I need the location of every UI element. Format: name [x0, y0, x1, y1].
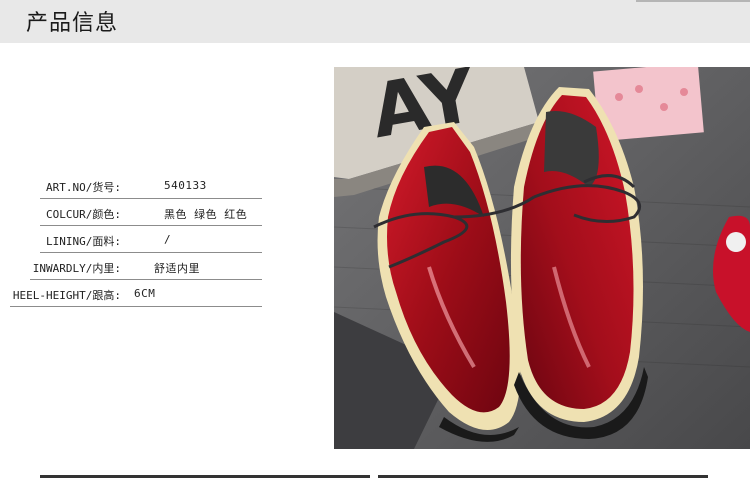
spec-row-inwardly: INWARDLY/内里: 舒适内里: [30, 253, 262, 280]
spec-value: 舒适内里: [154, 262, 200, 275]
bottom-divider-right: [378, 475, 708, 478]
spec-row-lining: LINING/面料: /: [40, 226, 262, 253]
product-photo: AY: [334, 67, 750, 449]
bottom-divider-left: [40, 475, 370, 478]
spec-row-heel-height: HEEL-HEIGHT/跟高: 6CM: [10, 280, 262, 307]
spec-label: COLCUR/颜色:: [46, 208, 121, 221]
spec-row-art-no: ART.NO/货号: 540133: [40, 172, 262, 199]
spec-label: ART.NO/货号:: [46, 181, 121, 194]
spec-row-color: COLCUR/颜色: 黑色 绿色 红色: [40, 199, 262, 226]
spec-value: 540133: [164, 179, 207, 192]
top-divider: [636, 0, 750, 2]
spec-value: 黑色 绿色 红色: [164, 208, 248, 221]
spec-label: LINING/面料:: [46, 235, 121, 248]
spec-label: HEEL-HEIGHT/跟高:: [12, 289, 121, 302]
spec-value: 6CM: [134, 287, 156, 300]
section-title: 产品信息: [26, 11, 119, 36]
spec-value: /: [164, 233, 172, 246]
section-header: 产品信息: [0, 0, 750, 43]
spec-label: INWARDLY/内里:: [32, 262, 121, 275]
